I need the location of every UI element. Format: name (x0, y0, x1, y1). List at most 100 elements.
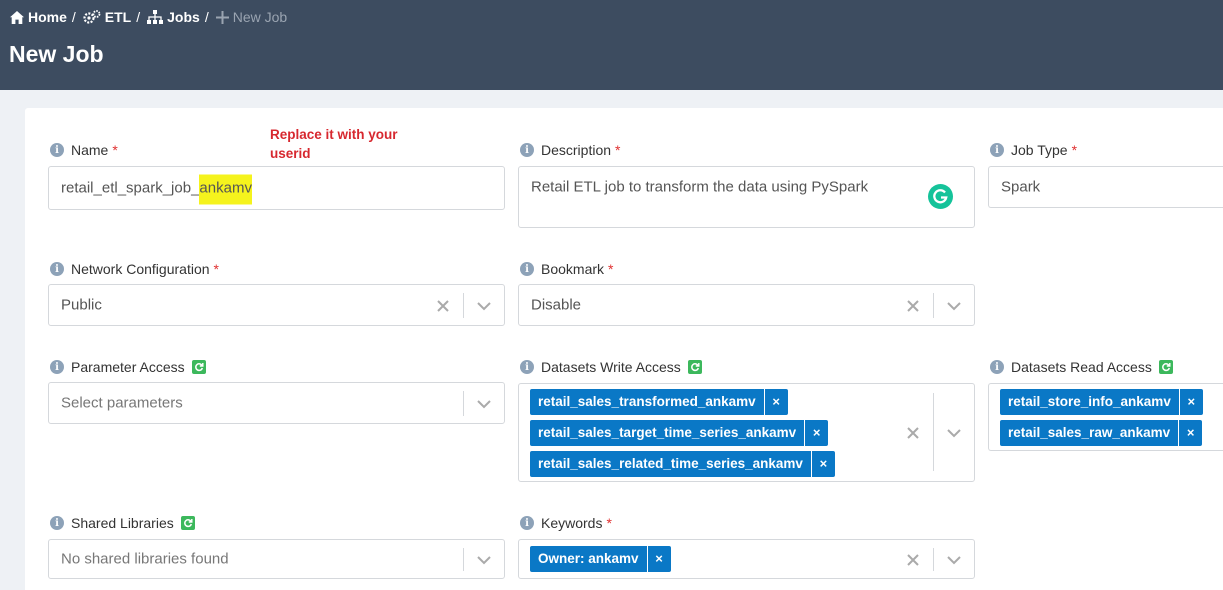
control-divider (463, 293, 464, 318)
breadcrumb-etl[interactable]: ETL (83, 9, 131, 25)
keyword-tag: Owner: ankamv × (530, 546, 671, 572)
parameter-access-placeholder: Select parameters (61, 394, 183, 412)
breadcrumb-separator: / (204, 9, 209, 25)
write-dataset-tag: retail_sales_transformed_ankamv × (530, 389, 788, 415)
info-icon[interactable]: i (520, 143, 534, 157)
tag-label: retail_sales_related_time_series_ankamv (530, 451, 811, 477)
control-divider (933, 548, 934, 571)
sitemap-icon (147, 10, 164, 24)
name-label-text: Name (71, 142, 109, 158)
info-icon[interactable]: i (50, 143, 64, 157)
bookmark-select[interactable]: Disable (518, 284, 975, 326)
tag-remove-button[interactable]: × (804, 420, 829, 446)
required-mark: * (112, 142, 118, 158)
read-dataset-tag: retail_store_info_ankamv × (1000, 389, 1203, 415)
job-type-label-text: Job Type (1011, 142, 1068, 158)
tag-remove-button[interactable]: × (1178, 420, 1203, 446)
chevron-down-icon[interactable] (476, 298, 492, 314)
name-value-prefix: retail_etl_spark_job_ (61, 179, 200, 197)
clear-icon[interactable] (905, 298, 921, 314)
clear-icon[interactable] (905, 425, 921, 441)
chevron-down-icon[interactable] (946, 425, 962, 441)
control-divider (463, 548, 464, 571)
info-icon[interactable]: i (50, 360, 64, 374)
required-mark: * (213, 261, 219, 277)
info-icon[interactable]: i (990, 143, 1004, 157)
network-configuration-value: Public (61, 296, 102, 314)
control-divider (933, 293, 934, 318)
required-mark: * (615, 142, 621, 158)
datasets-read-access-select[interactable]: retail_store_info_ankamv × retail_sales_r… (988, 383, 1223, 451)
tag-label: retail_sales_raw_ankamv (1000, 420, 1179, 446)
breadcrumb-separator: / (136, 9, 141, 25)
plus-icon (215, 10, 229, 24)
description-value: Retail ETL job to transform the data usi… (531, 178, 869, 196)
gears-icon (83, 10, 101, 24)
datasets-write-access-label-text: Datasets Write Access (541, 359, 681, 375)
page-header: Home / ETL / Jobs / New Job New Job (0, 0, 1223, 90)
clear-icon[interactable] (905, 552, 921, 568)
description-label-text: Description (541, 142, 612, 158)
breadcrumb-current-label: New Job (232, 9, 288, 25)
description-textarea[interactable]: Retail ETL job to transform the data usi… (518, 166, 975, 228)
chevron-down-icon[interactable] (476, 396, 492, 412)
info-icon[interactable]: i (520, 262, 534, 276)
write-dataset-tag: retail_sales_target_time_series_ankamv × (530, 420, 829, 446)
control-divider (933, 393, 934, 471)
grammarly-icon[interactable] (928, 184, 953, 209)
bookmark-value: Disable (531, 296, 582, 314)
refresh-icon[interactable] (1158, 360, 1173, 374)
annotation-note: Replace it with your userid (270, 127, 398, 161)
name-input-value: retail_etl_spark_job_ankamv (61, 174, 252, 205)
network-configuration-label: i Network Configuration * (50, 261, 219, 277)
breadcrumb-home-label: Home (28, 9, 67, 25)
info-icon[interactable]: i (520, 360, 534, 374)
tag-remove-button[interactable]: × (810, 451, 835, 477)
shared-libraries-label-text: Shared Libraries (71, 515, 174, 531)
info-icon[interactable]: i (50, 262, 64, 276)
keywords-select[interactable]: Owner: ankamv × (518, 539, 975, 579)
page-title: New Job (9, 41, 104, 67)
home-icon (10, 10, 24, 24)
datasets-write-access-label: i Datasets Write Access (520, 359, 702, 375)
control-divider (463, 391, 464, 416)
bookmark-label: i Bookmark * (520, 261, 613, 277)
refresh-icon[interactable] (180, 516, 195, 530)
keywords-label-text: Keywords (541, 515, 603, 531)
tag-remove-button[interactable]: × (763, 389, 788, 415)
job-type-select[interactable]: Spark (988, 166, 1223, 208)
tag-label: retail_store_info_ankamv (1000, 389, 1179, 415)
bookmark-label-text: Bookmark (541, 261, 605, 277)
breadcrumb-jobs[interactable]: Jobs (147, 9, 200, 25)
parameter-access-select[interactable]: Select parameters (48, 382, 505, 424)
description-label: i Description * (520, 142, 620, 158)
info-icon[interactable]: i (990, 360, 1004, 374)
breadcrumb-current: New Job (215, 9, 288, 25)
tag-remove-button[interactable]: × (646, 546, 671, 572)
breadcrumb-separator: / (71, 9, 76, 25)
chevron-down-icon[interactable] (946, 552, 962, 568)
breadcrumb-etl-label: ETL (104, 9, 132, 25)
network-configuration-select[interactable]: Public (48, 284, 505, 326)
parameter-access-label-text: Parameter Access (71, 359, 185, 375)
name-value-highlight: ankamv (199, 174, 252, 205)
info-icon[interactable]: i (520, 516, 534, 530)
breadcrumb-home[interactable]: Home (10, 9, 67, 25)
network-configuration-label-text: Network Configuration (71, 261, 210, 277)
job-type-value: Spark (1001, 178, 1041, 196)
tag-remove-button[interactable]: × (1178, 389, 1203, 415)
refresh-icon[interactable] (191, 360, 206, 374)
clear-icon[interactable] (435, 298, 451, 314)
shared-libraries-select[interactable]: No shared libraries found (48, 539, 505, 579)
name-input[interactable]: retail_etl_spark_job_ankamv (48, 166, 505, 210)
refresh-icon[interactable] (687, 360, 702, 374)
info-icon[interactable]: i (50, 516, 64, 530)
required-mark: * (608, 261, 614, 277)
chevron-down-icon[interactable] (476, 552, 492, 568)
chevron-down-icon[interactable] (946, 298, 962, 314)
datasets-write-access-select[interactable]: retail_sales_transformed_ankamv × retail_… (518, 383, 975, 482)
keywords-label: i Keywords * (520, 515, 612, 531)
datasets-read-access-label-text: Datasets Read Access (1011, 359, 1152, 375)
write-dataset-tag: retail_sales_related_time_series_ankamv × (530, 451, 835, 477)
breadcrumb: Home / ETL / Jobs / New Job (10, 9, 287, 25)
